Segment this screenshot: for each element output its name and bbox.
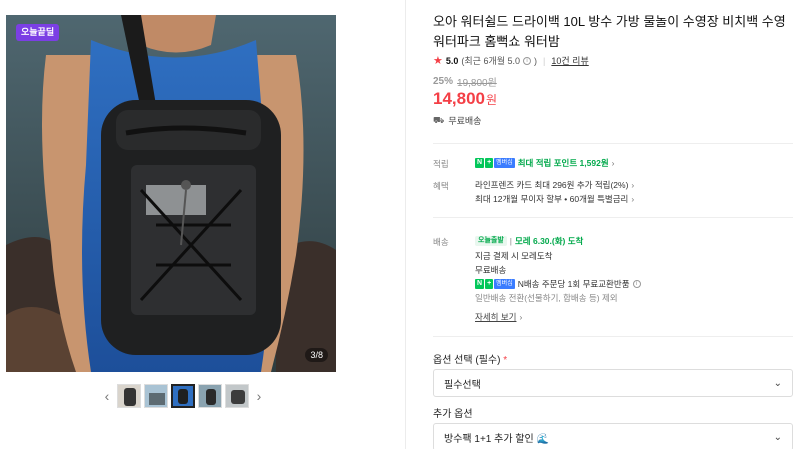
discount-row: 25% 19,800원 — [433, 74, 497, 89]
eta-separator: | — [509, 236, 512, 246]
delivery-eta-row: 오늘출발 | 모레 6.30.(화) 도착 — [475, 235, 583, 247]
info-circle-icon[interactable]: i — [523, 56, 532, 65]
delivery-more-row[interactable]: 자세히 보기 › — [475, 311, 522, 323]
star-icon: ★ — [433, 55, 443, 67]
npay-plus-icon: + — [485, 279, 494, 289]
divider — [433, 143, 793, 144]
npay-plus-icon: + — [485, 158, 494, 168]
price-row: 14,800 원 — [433, 89, 497, 109]
rating-separator: | — [543, 55, 546, 66]
thumbnail-strip: ‹ › — [100, 383, 266, 409]
delivery-line-4-text: N배송 주문당 1회 무료교환반품 — [517, 279, 630, 289]
npay-n-icon: N — [475, 279, 485, 289]
add-option-value-row: 방수팩 1+1 추가 할인 🌊 — [444, 430, 549, 445]
product-photo — [6, 15, 336, 372]
membership-icon: 멤버십 — [494, 158, 515, 168]
option-select-value: 필수선택 — [444, 379, 481, 391]
sale-price: 14,800 — [433, 89, 485, 108]
add-option-label: 추가 옵션 — [433, 409, 473, 420]
option-required-text: (필수) — [475, 355, 501, 366]
chevron-right-icon: › — [631, 180, 635, 190]
column-divider — [405, 0, 406, 449]
chevron-right-icon: › — [631, 194, 635, 204]
perks-label: 혜택 — [433, 181, 449, 191]
wave-icon: 🌊 — [536, 433, 549, 445]
shipping-summary: ⛟ 무료배송 — [433, 114, 481, 127]
thumbnail-5[interactable] — [225, 384, 249, 408]
npay-membership-badge: N + 멤버십 — [475, 158, 515, 168]
today-deal-badge: 오늘끝딜 — [16, 24, 60, 41]
perks-line-2[interactable]: 최대 12개월 무이자 할부 • 60개월 특별금리 › — [475, 193, 634, 205]
required-mark: * — [503, 355, 508, 366]
membership-icon: 멤버십 — [494, 279, 515, 289]
thumbnail-2[interactable] — [144, 384, 168, 408]
rating-score: 5.0 — [445, 55, 459, 66]
thumbnail-4[interactable] — [198, 384, 222, 408]
chevron-right-icon: › — [519, 312, 523, 322]
points-text: 최대 적립 포인트 1,592원 — [517, 158, 609, 168]
divider — [433, 217, 793, 218]
points-label: 적립 — [433, 159, 449, 169]
original-price: 19,800원 — [457, 78, 497, 89]
delivery-eta: 모레 6.30.(화) 도착 — [514, 236, 584, 246]
npay-n-icon: N — [475, 158, 485, 168]
delivery-line-4: N + 멤버십 N배송 주문당 1회 무료교환반품 i — [475, 278, 641, 290]
delivery-label: 배송 — [433, 237, 449, 247]
chevron-left-icon[interactable]: ‹ — [100, 383, 114, 409]
perks-line-1[interactable]: 라인프렌즈 카드 최대 296원 추가 적립(2%) › — [475, 179, 634, 191]
perks-line-1-text: 라인프렌즈 카드 최대 296원 추가 적립(2%) — [475, 180, 629, 190]
image-counter: 3/8 — [305, 348, 328, 362]
discount-rate: 25% — [433, 76, 454, 87]
chevron-right-icon: › — [611, 158, 615, 168]
option-select-label: 옵션 선택 (필수) * — [433, 351, 507, 366]
chevron-right-icon[interactable]: › — [252, 383, 266, 409]
chevron-down-icon: ⌄ — [773, 431, 782, 443]
today-ship-badge: 오늘출발 — [475, 236, 507, 246]
truck-icon: ⛟ — [433, 114, 445, 125]
rating-row: ★ 5.0 (최근 6개월 5.0 i ) | 10건 리뷰 — [433, 54, 589, 67]
delivery-line-5: 일반배송 전환(선물하기, 합배송 등) 제외 — [475, 293, 618, 303]
product-main-image[interactable]: 오늘끝딜 3/8 — [6, 15, 336, 372]
points-row[interactable]: N + 멤버십 최대 적립 포인트 1,592원 › — [475, 157, 614, 169]
thumbnail-3[interactable] — [171, 384, 195, 408]
delivery-line-3: 무료배송 — [475, 265, 507, 275]
rating-detail-close: ) — [534, 55, 538, 66]
divider — [433, 336, 793, 337]
option-select-dropdown[interactable]: 필수선택 ⌄ — [433, 369, 793, 397]
rating-detail: (최근 6개월 5.0 — [461, 56, 521, 66]
delivery-more-link[interactable]: 자세히 보기 — [475, 311, 516, 323]
info-circle-icon[interactable]: i — [632, 280, 641, 288]
perks-line-2-text: 최대 12개월 무이자 할부 • 60개월 특별금리 — [475, 194, 629, 204]
review-link[interactable]: 10건 리뷰 — [551, 54, 588, 67]
add-option-dropdown[interactable]: 방수팩 1+1 추가 할인 🌊 ⌄ — [433, 423, 793, 449]
add-option-value: 방수팩 1+1 추가 할인 — [444, 433, 534, 445]
product-page: 오늘끝딜 3/8 ‹ › 오아 워터쉴드 드라이백 10L 방수 가방 물놀이 … — [0, 0, 800, 449]
price-unit: 원 — [486, 93, 498, 107]
option-select-label-text: 옵션 선택 — [433, 355, 473, 366]
npay-membership-badge: N + 멤버십 — [475, 279, 515, 289]
chevron-down-icon: ⌄ — [773, 377, 782, 389]
shipping-summary-text: 무료배송 — [448, 116, 482, 126]
thumbnail-1[interactable] — [117, 384, 141, 408]
product-title: 오아 워터쉴드 드라이백 10L 방수 가방 물놀이 수영장 비치백 수영 워터… — [433, 14, 786, 49]
delivery-line-2: 지금 결제 시 모레도착 — [475, 251, 553, 261]
